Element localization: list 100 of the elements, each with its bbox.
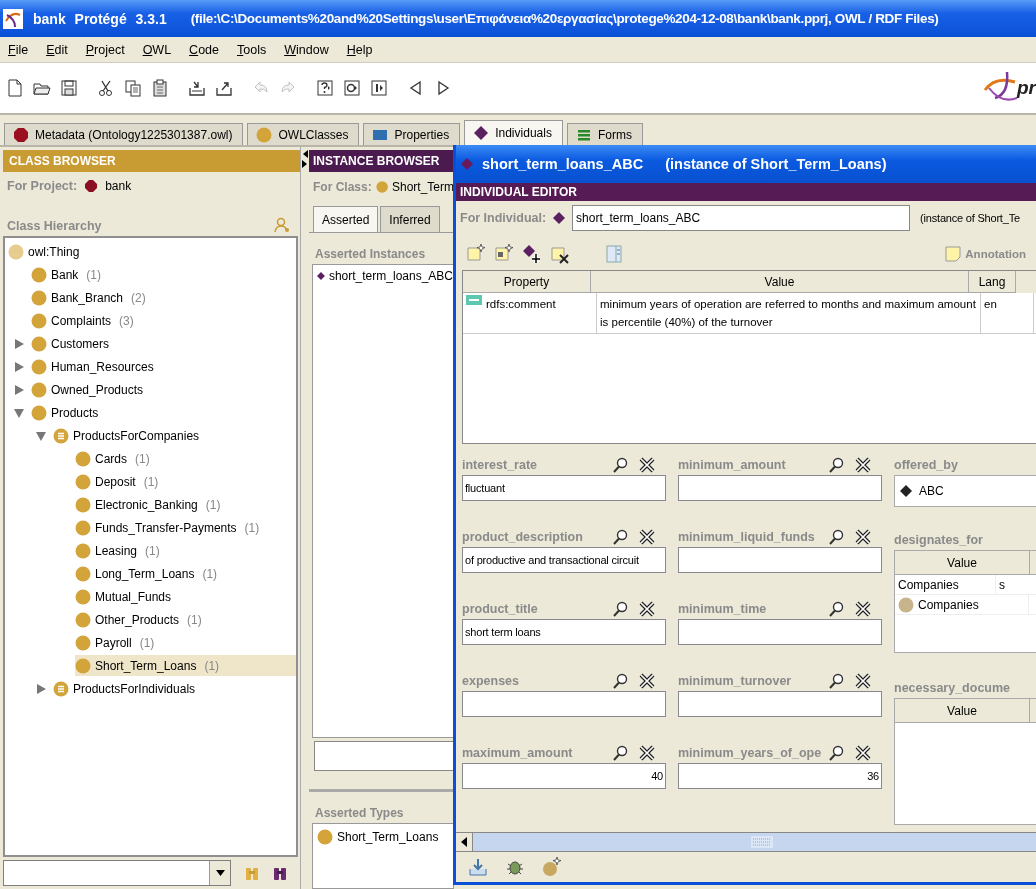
delete-icon[interactable] <box>638 528 656 546</box>
table-cell[interactable]: s <box>996 575 1036 594</box>
text-field[interactable]: of productive and transactional circuit <box>462 547 666 573</box>
delete-icon[interactable] <box>854 528 872 546</box>
expand-triangle-icon[interactable] <box>35 682 47 695</box>
tree-item[interactable]: Funds_Transfer-Payments (1) <box>75 517 296 538</box>
search-icon[interactable] <box>828 745 844 761</box>
tree-item[interactable]: Products <box>31 402 296 423</box>
clipboard-icon[interactable] <box>150 78 170 98</box>
search-icon[interactable] <box>612 673 628 689</box>
delete-icon[interactable] <box>854 672 872 690</box>
tree-item[interactable]: ProductsForIndividuals <box>53 678 296 699</box>
new-class-icon[interactable] <box>542 857 562 877</box>
tree-item[interactable]: Owned_Products <box>31 379 296 400</box>
search-icon[interactable] <box>612 457 628 473</box>
query-icon[interactable] <box>315 78 335 98</box>
field-label: maximum_amount <box>462 746 574 760</box>
type-item[interactable]: Short_Term_Loans <box>313 828 453 846</box>
class-navigation-icon[interactable] <box>342 78 362 98</box>
copy-icon[interactable] <box>123 78 143 98</box>
instance-item[interactable]: ABC <box>899 484 944 498</box>
tab[interactable]: Individuals <box>464 120 563 145</box>
tree-item[interactable]: Electronic_Banking (1) <box>75 494 296 515</box>
tree-item[interactable]: Cards (1) <box>75 448 296 469</box>
menu-item[interactable]: Window <box>277 42 336 57</box>
save-icon[interactable] <box>59 78 79 98</box>
search-combo-box[interactable] <box>3 860 231 886</box>
tree-item[interactable]: Long_Term_Loans (1) <box>75 563 296 584</box>
search-icon[interactable] <box>828 529 844 545</box>
tab[interactable]: Asserted <box>313 206 379 232</box>
instance-item[interactable]: short_term_loans_ABC <box>313 267 453 285</box>
collapse-triangle-icon[interactable] <box>35 429 47 442</box>
tree-item[interactable]: Other_Products (1) <box>75 609 296 630</box>
expand-triangle-icon[interactable] <box>13 360 25 373</box>
table-cell[interactable]: Companies <box>895 595 1029 614</box>
text-field[interactable]: short term loans <box>462 619 666 645</box>
delete-icon[interactable] <box>854 600 872 618</box>
search-icon[interactable] <box>828 457 844 473</box>
tab[interactable]: Metadata (Ontology1225301387.owl) <box>4 123 244 145</box>
tree-item[interactable]: Deposit (1) <box>75 471 296 492</box>
text-field[interactable]: 36 <box>678 763 882 789</box>
text-field[interactable]: fluctuant <box>462 475 666 501</box>
search-icon[interactable] <box>612 529 628 545</box>
tab[interactable]: OWLClasses <box>247 123 360 145</box>
tree-item[interactable]: Mutual_Funds <box>75 586 296 607</box>
new-file-icon[interactable] <box>5 78 25 98</box>
search-icon[interactable] <box>612 601 628 617</box>
menu-item[interactable]: OWL <box>135 42 179 57</box>
new-note-icon[interactable] <box>466 244 486 264</box>
tree-item[interactable]: owl:Thing <box>8 241 296 262</box>
delete-icon[interactable] <box>638 744 656 762</box>
delete-note-icon[interactable] <box>550 244 570 264</box>
text-field[interactable] <box>314 741 454 771</box>
text-field[interactable] <box>678 475 882 501</box>
menu-item[interactable]: Help <box>339 42 380 57</box>
new-note-icon[interactable] <box>494 244 514 264</box>
menu-item[interactable]: Edit <box>39 42 75 57</box>
search-icon[interactable] <box>612 745 628 761</box>
tab[interactable]: Properties <box>363 123 461 145</box>
scroll-left-icon[interactable] <box>461 837 467 847</box>
download-tray-icon[interactable] <box>468 857 488 877</box>
tree-item[interactable]: Human_Resources <box>31 356 296 377</box>
horizontal-scrollbar[interactable] <box>456 832 1036 852</box>
text-field[interactable] <box>678 619 882 645</box>
menu-item[interactable]: Project <box>78 42 132 57</box>
collapse-triangle-icon[interactable] <box>13 406 25 419</box>
text-field[interactable]: 40 <box>462 763 666 789</box>
menu-item[interactable]: File <box>1 42 36 57</box>
table-cell[interactable]: Companies <box>895 575 996 594</box>
instance-navigation-icon[interactable] <box>369 78 389 98</box>
delete-icon[interactable] <box>638 600 656 618</box>
bug-icon[interactable] <box>506 858 524 876</box>
menu-item[interactable]: Tools <box>230 42 274 57</box>
text-field[interactable] <box>678 547 882 573</box>
note-icon <box>944 245 963 263</box>
delete-icon[interactable] <box>638 672 656 690</box>
individual-name-field[interactable]: short_term_loans_ABC <box>572 204 911 231</box>
tree-item[interactable]: Bank (1) <box>31 264 296 285</box>
search-icon[interactable] <box>828 601 844 617</box>
tree-item[interactable]: Payroll (1) <box>75 632 296 653</box>
tree-item[interactable]: Leasing (1) <box>75 540 296 561</box>
tree-item[interactable]: Bank_Branch (2) <box>31 287 296 308</box>
tree-item[interactable]: Short_Term_Loans (1) <box>75 655 296 676</box>
expand-triangle-icon[interactable] <box>13 383 25 396</box>
text-field[interactable] <box>462 691 666 717</box>
add-individual-icon[interactable] <box>522 244 542 264</box>
tree-item[interactable]: ProductsForCompanies <box>53 425 296 446</box>
search-icon[interactable] <box>828 673 844 689</box>
tab[interactable]: Forms <box>566 123 643 145</box>
delete-icon[interactable] <box>854 456 872 474</box>
tab[interactable]: Inferred <box>380 206 440 232</box>
expand-triangle-icon[interactable] <box>13 337 25 350</box>
tree-item[interactable]: Complaints (3) <box>31 310 296 331</box>
menu-item[interactable]: Code <box>182 42 226 57</box>
text-field[interactable] <box>678 691 882 717</box>
class-icon <box>31 335 47 352</box>
tree-item[interactable]: Customers <box>31 333 296 354</box>
splitter-arrows-icon[interactable] <box>302 149 308 169</box>
delete-icon[interactable] <box>854 744 872 762</box>
delete-icon[interactable] <box>638 456 656 474</box>
